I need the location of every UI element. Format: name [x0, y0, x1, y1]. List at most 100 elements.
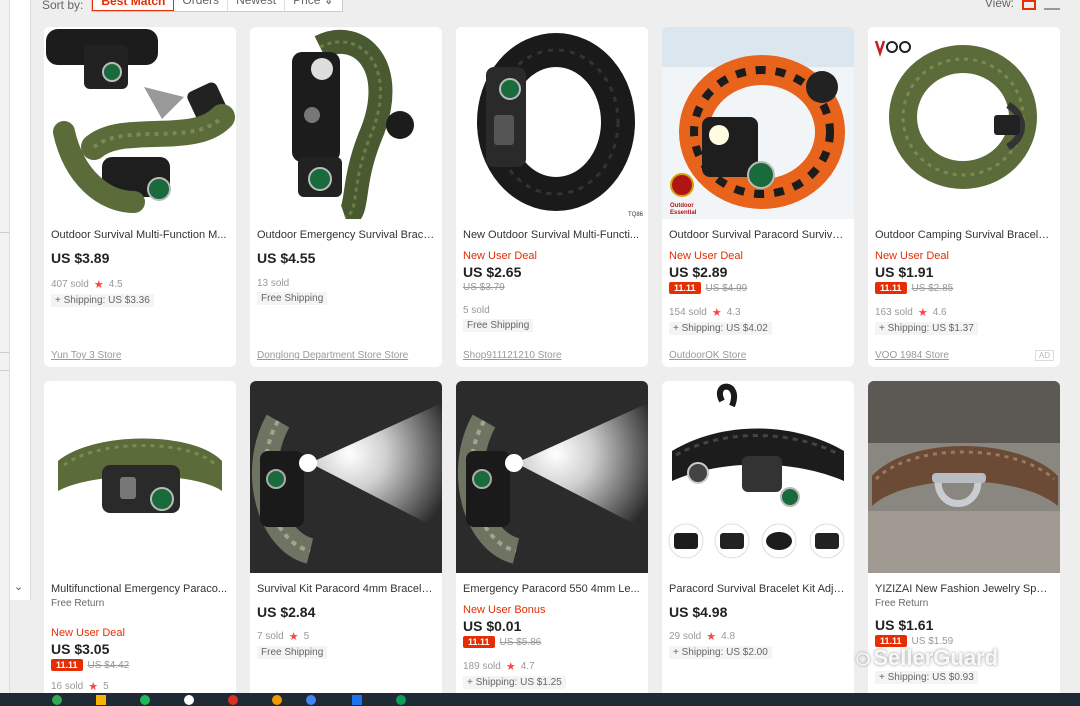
- product-title[interactable]: Multifunctional Emergency Paraco...: [51, 583, 229, 595]
- sold-count: 29 sold: [669, 631, 702, 642]
- rating-value: 4.8: [721, 631, 736, 642]
- original-price-row: 11.11 US $4.42: [51, 659, 229, 671]
- product-card[interactable]: Paracord Survival Bracelet Kit Adju... U…: [662, 381, 854, 701]
- sold-count: 16 sold: [51, 681, 84, 692]
- chrome-icon[interactable]: [52, 695, 62, 705]
- product-image[interactable]: [250, 381, 442, 573]
- new-user-deal: New User Deal: [463, 250, 537, 262]
- product-image[interactable]: [44, 27, 236, 219]
- app-icon[interactable]: [184, 695, 194, 705]
- watermark-text: SellerGuard: [873, 645, 999, 670]
- product-meta: 7 sold ★ 5: [257, 630, 435, 643]
- store-link[interactable]: OutdoorOK Store: [669, 350, 746, 361]
- star-icon: ★: [88, 681, 99, 693]
- product-card[interactable]: Outdoor Survival Multi-Function M... US …: [44, 27, 236, 367]
- star-icon: ★: [288, 631, 299, 643]
- app-icon[interactable]: [306, 695, 316, 705]
- product-title[interactable]: Outdoor Survival Paracord Survive...: [669, 229, 847, 241]
- svg-text:Essential: Essential: [670, 210, 697, 216]
- shipping-info: + Shipping: US $1.25: [463, 676, 566, 689]
- product-meta: 407 sold ★ 4.5: [51, 278, 229, 291]
- product-image[interactable]: [44, 381, 236, 573]
- product-title[interactable]: Outdoor Emergency Survival Brace...: [257, 229, 435, 241]
- sort-newest[interactable]: Newest: [228, 0, 286, 11]
- product-title[interactable]: New Outdoor Survival Multi-Functi...: [463, 229, 641, 241]
- product-title[interactable]: YIZIZAI New Fashion Jewelry Sport ...: [875, 583, 1053, 595]
- product-card[interactable]: Survival Kit Paracord 4mm Bracele... US …: [250, 381, 442, 701]
- view-label: View:: [984, 0, 1014, 10]
- app-icon[interactable]: [228, 695, 238, 705]
- product-image[interactable]: [250, 27, 442, 229]
- store-link[interactable]: Donglong Department Store Store: [257, 350, 408, 361]
- sale-tag: 11.11: [51, 659, 83, 671]
- product-image[interactable]: TQ86: [456, 27, 648, 219]
- product-card[interactable]: Outdoor Emergency Survival Brace... US $…: [250, 27, 442, 367]
- shipping-info: Free Shipping: [257, 292, 328, 305]
- free-return: Free Return: [875, 598, 929, 609]
- app-icon[interactable]: [140, 695, 150, 705]
- panel-divider: [0, 370, 9, 371]
- product-image[interactable]: [868, 27, 1060, 219]
- sort-options: Best Match Orders Newest Price ⇕: [91, 0, 343, 12]
- product-card[interactable]: Emergency Paracord 550 4mm Le... New Use…: [456, 381, 648, 701]
- star-icon: ★: [917, 307, 928, 319]
- product-meta: 189 sold ★ 4.7: [463, 660, 641, 673]
- original-price: US $2.85: [911, 282, 954, 294]
- app-icon[interactable]: [272, 695, 282, 705]
- rating-value: 5: [303, 631, 310, 642]
- taskbar: [0, 693, 1080, 706]
- shipping-info: Free Shipping: [463, 319, 534, 332]
- rating-value: 4.5: [108, 279, 123, 290]
- product-title[interactable]: Survival Kit Paracord 4mm Bracele...: [257, 583, 435, 595]
- original-price-row: 11.11 US $4.99: [669, 282, 847, 294]
- product-image[interactable]: [662, 381, 854, 573]
- sort-orders[interactable]: Orders: [174, 0, 229, 11]
- product-title[interactable]: Emergency Paracord 550 4mm Le...: [463, 583, 641, 595]
- rating-value: 4.3: [726, 307, 741, 318]
- original-price-row: US $3.79: [463, 282, 641, 293]
- product-meta: 163 sold ★ 4.6: [875, 306, 1053, 319]
- product-price: US $4.55: [257, 250, 316, 266]
- product-card[interactable]: Outdoor Essential Outdoor Survival Parac…: [662, 27, 854, 367]
- new-user-deal: New User Deal: [51, 627, 125, 639]
- chat-bubble-icon: ❍: [856, 652, 871, 669]
- app-icon[interactable]: [352, 695, 362, 705]
- sale-tag: 11.11: [669, 282, 701, 294]
- product-meta: 154 sold ★ 4.3: [669, 306, 847, 319]
- folder-icon[interactable]: [96, 695, 106, 705]
- sort-label: Sort by:: [42, 0, 84, 12]
- shipping-info: + Shipping: US $2.00: [669, 646, 772, 659]
- product-card[interactable]: Multifunctional Emergency Paraco... Free…: [44, 381, 236, 701]
- store-link[interactable]: VOO 1984 Store: [875, 350, 949, 361]
- app-icon[interactable]: [396, 695, 406, 705]
- chevron-down-icon[interactable]: ⌄: [14, 580, 23, 593]
- product-card[interactable]: Outdoor Camping Survival Bracele... New …: [868, 27, 1060, 367]
- shipping-info: + Shipping: US $4.02: [669, 322, 772, 335]
- product-title[interactable]: Paracord Survival Bracelet Kit Adju...: [669, 583, 847, 595]
- product-price: US $2.65: [463, 264, 522, 280]
- star-icon: ★: [505, 661, 516, 673]
- product-price: US $2.84: [257, 604, 316, 620]
- original-price: US $4.99: [705, 282, 748, 294]
- product-title[interactable]: Outdoor Survival Multi-Function M...: [51, 229, 229, 241]
- grid-view-icon[interactable]: [1022, 0, 1036, 10]
- shipping-info: + Shipping: US $3.36: [51, 294, 154, 307]
- list-view-icon[interactable]: [1044, 0, 1060, 10]
- sort-best-match[interactable]: Best Match: [92, 0, 175, 11]
- panel-divider: [0, 232, 9, 233]
- product-card[interactable]: TQ86 New Outdoor Survival Multi-Functi..…: [456, 27, 648, 367]
- star-icon: ★: [93, 279, 104, 291]
- sold-count: 163 sold: [875, 307, 913, 318]
- rating-value: 4.7: [520, 661, 535, 672]
- sort-price[interactable]: Price ⇕: [285, 0, 342, 11]
- product-title[interactable]: Outdoor Camping Survival Bracele...: [875, 229, 1053, 241]
- svg-text:Outdoor: Outdoor: [670, 203, 694, 209]
- sale-tag: 11.11: [463, 636, 495, 648]
- store-link[interactable]: Yun Toy 3 Store: [51, 350, 121, 361]
- star-icon: ★: [711, 307, 722, 319]
- product-image[interactable]: Outdoor Essential: [662, 27, 854, 219]
- store-link[interactable]: Shop911121210 Store: [463, 350, 562, 361]
- product-image[interactable]: [868, 381, 1060, 573]
- product-image[interactable]: [456, 381, 648, 573]
- sold-count: 407 sold: [51, 279, 89, 290]
